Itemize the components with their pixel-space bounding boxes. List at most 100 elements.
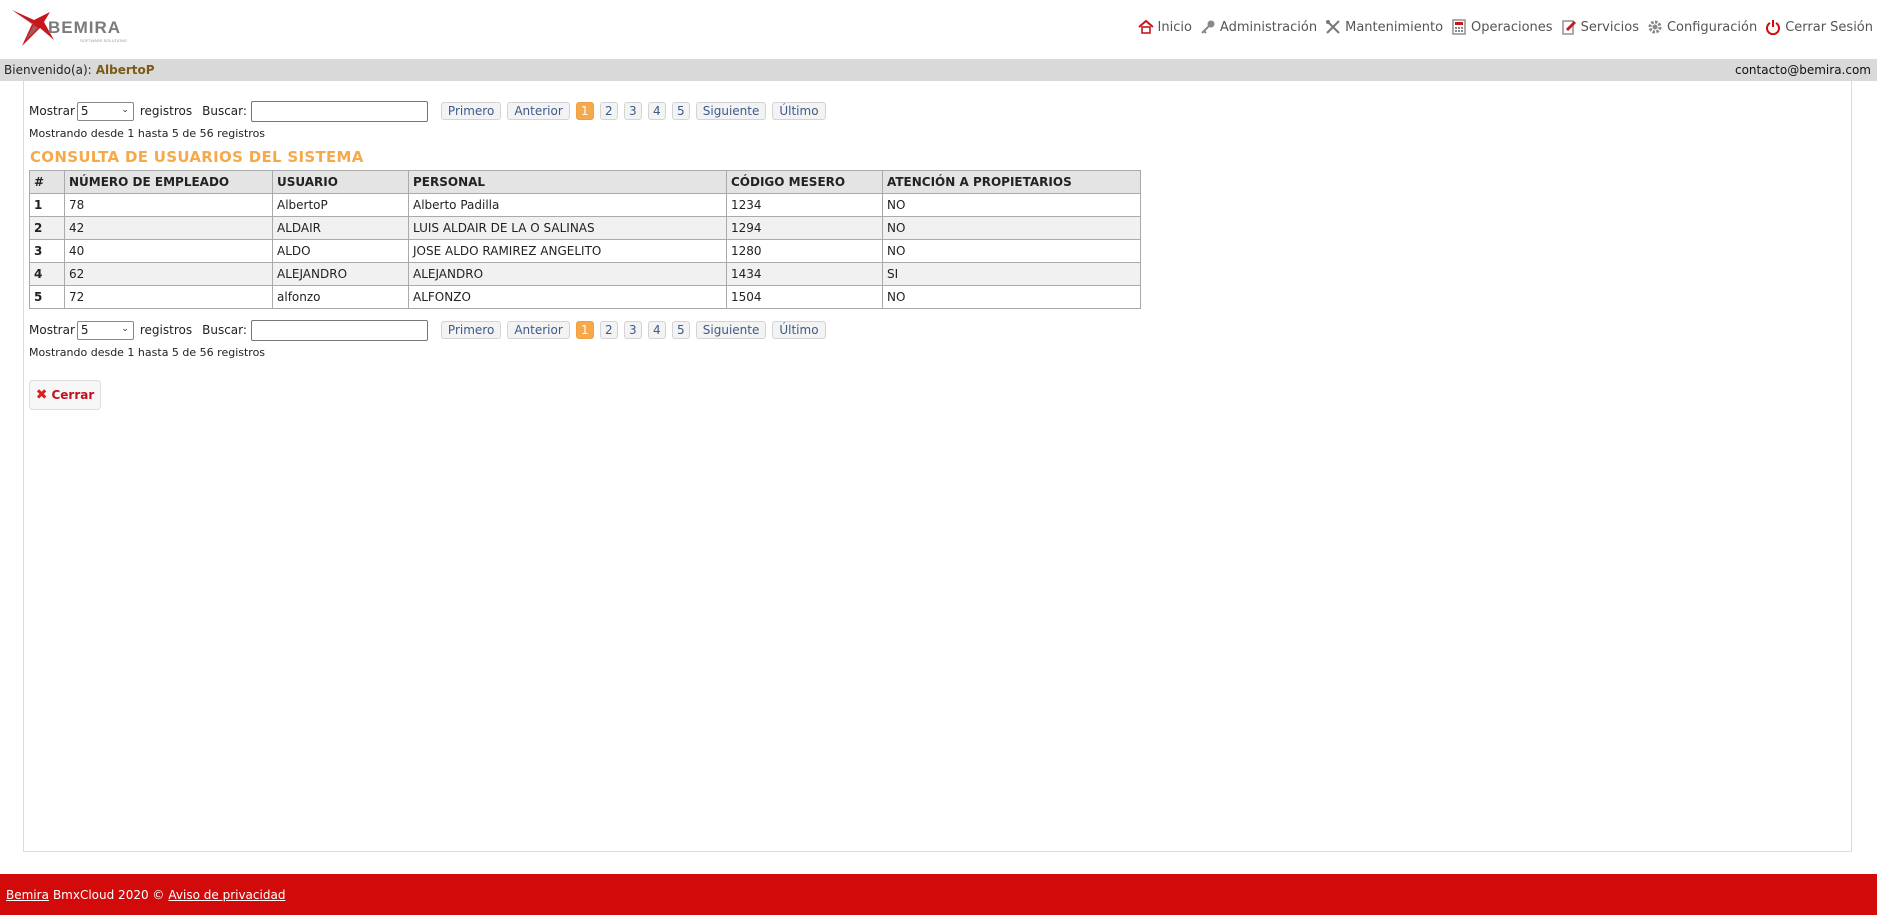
gear-icon <box>1647 19 1663 35</box>
search-input[interactable] <box>250 319 428 341</box>
table-row[interactable]: 3 40 ALDO JOSE ALDO RAMIREZ ANGELITO 128… <box>29 239 1141 263</box>
cell-personal: ALEJANDRO <box>408 262 727 286</box>
nav-inicio[interactable]: Inicio <box>1137 19 1192 35</box>
col-waiter-code[interactable]: CÓDIGO MESERO <box>726 170 883 194</box>
welcome-user: AlbertoP <box>95 63 155 77</box>
search-label: Buscar: <box>202 104 247 118</box>
cell-waiter-code: 1294 <box>726 216 883 240</box>
close-button-label: Cerrar <box>51 388 95 402</box>
cell-user: ALDAIR <box>272 216 409 240</box>
pager-page-5[interactable]: 5 <box>671 102 690 120</box>
cell-employee-number: 62 <box>64 262 273 286</box>
table-row[interactable]: 1 78 AlbertoP Alberto Padilla 1234 NO <box>29 193 1141 217</box>
pager-page-4[interactable]: 4 <box>647 102 666 120</box>
cell-index: 5 <box>29 285 65 309</box>
contact-email: contacto@bemira.com <box>1734 63 1871 77</box>
col-owner-attention[interactable]: ATENCIÓN A PROPIETARIOS <box>882 170 1141 194</box>
pager-page-5[interactable]: 5 <box>671 321 690 339</box>
col-index[interactable]: # <box>29 170 65 194</box>
privacy-link[interactable]: Aviso de privacidad <box>168 888 285 902</box>
nav-cerrar-sesion[interactable]: Cerrar Sesión <box>1765 19 1873 35</box>
cell-personal: JOSE ALDO RAMIREZ ANGELITO <box>408 239 727 263</box>
table-row[interactable]: 5 72 alfonzo ALFONZO 1504 NO <box>29 285 1141 309</box>
page-size-value: 5 <box>80 323 89 337</box>
table-row[interactable]: 2 42 ALDAIR LUIS ALDAIR DE LA O SALINAS … <box>29 216 1141 240</box>
cell-waiter-code: 1504 <box>726 285 883 309</box>
nav-label: Servicios <box>1580 19 1639 35</box>
table-title: CONSULTA DE USUARIOS DEL SISTEMA <box>30 148 364 166</box>
key-icon <box>1200 19 1216 35</box>
cell-personal: LUIS ALDAIR DE LA O SALINAS <box>408 216 727 240</box>
pager-next-button[interactable]: Siguiente <box>695 102 767 120</box>
records-label: registros <box>139 104 193 118</box>
nav-label: Inicio <box>1157 19 1192 35</box>
pagination: Primero Anterior 1 2 3 4 5 Siguiente Últ… <box>440 102 832 120</box>
pager-page-3[interactable]: 3 <box>623 321 642 339</box>
pager-last-button[interactable]: Último <box>772 102 826 120</box>
svg-text:SOFTWARE SOLUTIONS: SOFTWARE SOLUTIONS <box>80 38 127 43</box>
records-label: registros <box>139 323 193 337</box>
page-size-value: 5 <box>80 104 89 118</box>
pager-last-button[interactable]: Último <box>772 321 826 339</box>
nav-mantenimiento[interactable]: Mantenimiento <box>1325 19 1443 35</box>
cell-index: 1 <box>29 193 65 217</box>
page-size-select[interactable]: 5 ⌄ <box>76 320 134 340</box>
table-header-row: # NÚMERO DE EMPLEADO USUARIO PERSONAL CÓ… <box>29 170 1141 194</box>
cell-index: 4 <box>29 262 65 286</box>
records-info-top: Mostrando desde 1 hasta 5 de 56 registro… <box>29 127 266 140</box>
search-label: Buscar: <box>202 323 247 337</box>
pager-page-1[interactable]: 1 <box>575 102 594 120</box>
cell-personal: Alberto Padilla <box>408 193 727 217</box>
pager-prev-button[interactable]: Anterior <box>507 102 570 120</box>
cell-employee-number: 72 <box>64 285 273 309</box>
nav-label: Mantenimiento <box>1345 19 1444 35</box>
cell-owner-attention: NO <box>882 285 1141 309</box>
pager-page-2[interactable]: 2 <box>599 102 618 120</box>
close-button[interactable]: ✖ Cerrar <box>29 380 101 410</box>
table-row[interactable]: 4 62 ALEJANDRO ALEJANDRO 1434 SI <box>29 262 1141 286</box>
cell-index: 2 <box>29 216 65 240</box>
welcome-prefix: Bienvenido(a): <box>4 63 92 77</box>
show-label: Mostrar <box>29 323 75 337</box>
cell-user: AlbertoP <box>272 193 409 217</box>
pager-prev-button[interactable]: Anterior <box>507 321 570 339</box>
cell-employee-number: 42 <box>64 216 273 240</box>
pager-first-button[interactable]: Primero <box>440 102 502 120</box>
nav-label: Administración <box>1219 19 1318 35</box>
col-employee-number[interactable]: NÚMERO DE EMPLEADO <box>64 170 273 194</box>
show-label: Mostrar <box>29 104 75 118</box>
footer-copyright: BmxCloud 2020 © <box>52 888 165 902</box>
page-size-select[interactable]: 5 ⌄ <box>76 101 134 121</box>
cell-waiter-code: 1234 <box>726 193 883 217</box>
nav-administracion[interactable]: Administración <box>1200 19 1317 35</box>
close-icon: ✖ <box>35 387 48 403</box>
calculator-icon <box>1451 19 1467 35</box>
pager-page-3[interactable]: 3 <box>623 102 642 120</box>
search-input[interactable] <box>250 100 428 122</box>
cell-employee-number: 78 <box>64 193 273 217</box>
nav-operaciones[interactable]: Operaciones <box>1451 19 1553 35</box>
cell-owner-attention: NO <box>882 193 1141 217</box>
cell-personal: ALFONZO <box>408 285 727 309</box>
pager-page-1[interactable]: 1 <box>575 321 594 339</box>
pager-page-4[interactable]: 4 <box>647 321 666 339</box>
cell-index: 3 <box>29 239 65 263</box>
col-personal[interactable]: PERSONAL <box>408 170 727 194</box>
nav-servicios[interactable]: Servicios <box>1561 19 1639 35</box>
pager-page-2[interactable]: 2 <box>599 321 618 339</box>
chevron-down-icon: ⌄ <box>121 104 129 115</box>
pager-first-button[interactable]: Primero <box>440 321 502 339</box>
col-user[interactable]: USUARIO <box>272 170 409 194</box>
records-info-bottom: Mostrando desde 1 hasta 5 de 56 registro… <box>29 346 266 359</box>
nav-configuracion[interactable]: Configuración <box>1647 19 1757 35</box>
cell-waiter-code: 1280 <box>726 239 883 263</box>
footer: Bemira BmxCloud 2020 © Aviso de privacid… <box>0 874 1877 915</box>
cell-user: ALDO <box>272 239 409 263</box>
pagination: Primero Anterior 1 2 3 4 5 Siguiente Últ… <box>440 321 832 339</box>
nav-label: Operaciones <box>1471 19 1553 35</box>
bemira-logo[interactable]: BEMIRA SOFTWARE SOLUTIONS <box>10 6 140 50</box>
footer-brand-link[interactable]: Bemira <box>6 888 49 902</box>
pager-next-button[interactable]: Siguiente <box>695 321 767 339</box>
home-icon <box>1137 19 1154 35</box>
main-nav: Inicio Administración Mantenimiento Oper… <box>1137 16 1877 38</box>
